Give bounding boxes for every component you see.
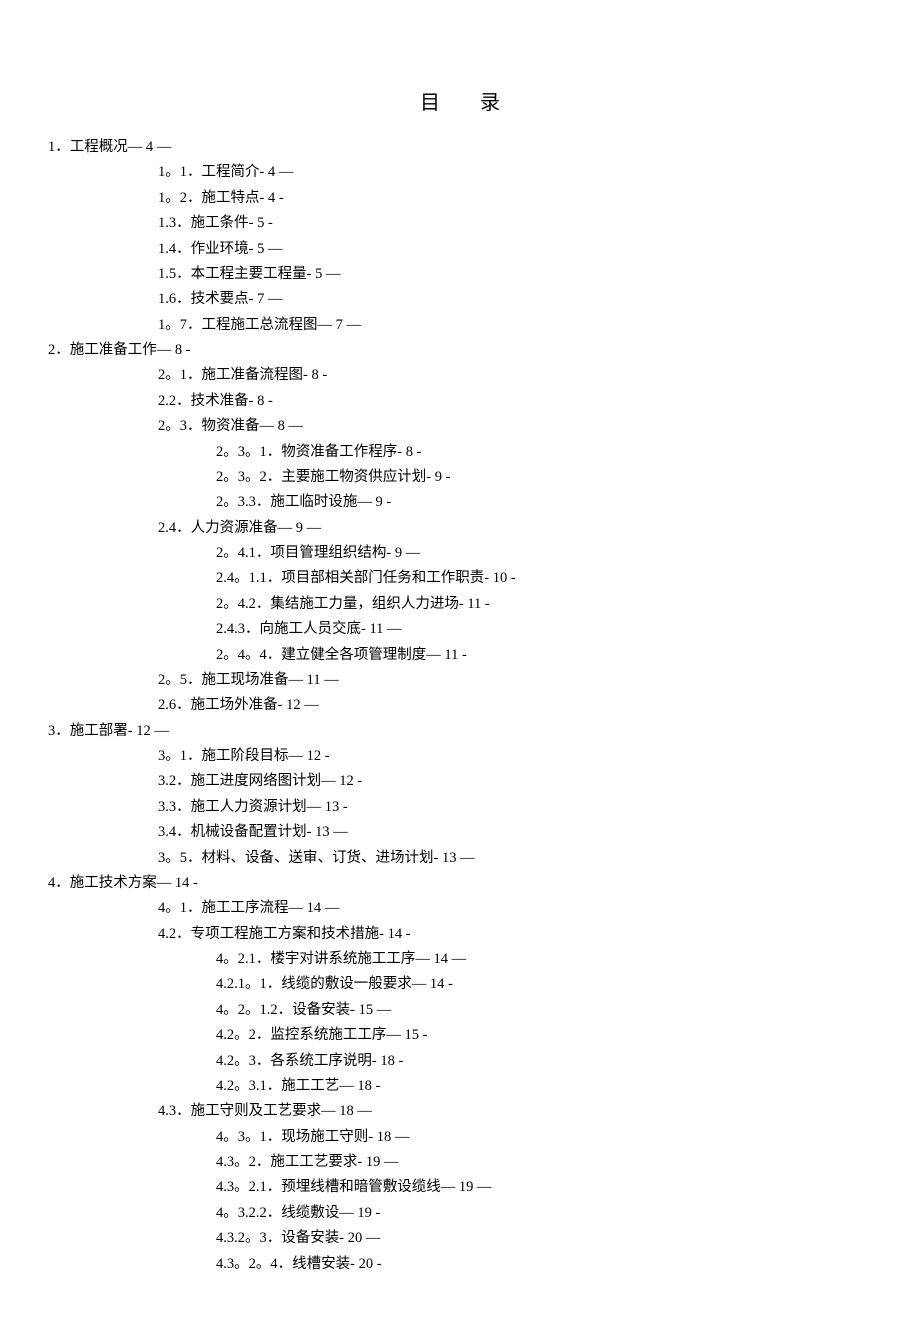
toc-entry: 2。3。1．物资准备工作程序- 8 - <box>48 440 872 465</box>
toc-entry: 1．工程概况— 4 — <box>48 135 872 160</box>
toc-entry: 4.3。2．施工工艺要求- 19 — <box>48 1150 872 1175</box>
toc-entry: 3.3．施工人力资源计划— 13 - <box>48 795 872 820</box>
table-of-contents: 1．工程概况— 4 —1。1．工程简介- 4 —1。2．施工特点- 4 -1.3… <box>48 135 872 1277</box>
toc-entry: 4.2。3．各系统工序说明- 18 - <box>48 1049 872 1074</box>
toc-entry: 2.2．技术准备- 8 - <box>48 389 872 414</box>
toc-entry: 4。2。1.2．设备安装- 15 — <box>48 998 872 1023</box>
toc-entry: 4.2．专项工程施工方案和技术措施- 14 - <box>48 922 872 947</box>
page-title: 目录 <box>48 86 872 115</box>
toc-entry: 3．施工部署- 12 — <box>48 719 872 744</box>
toc-entry: 2。4.2．集结施工力量，组织人力进场- 11 - <box>48 592 872 617</box>
toc-entry: 1。7．工程施工总流程图— 7 — <box>48 313 872 338</box>
toc-entry: 1.3．施工条件- 5 - <box>48 211 872 236</box>
toc-entry: 2.4．人力资源准备— 9 — <box>48 516 872 541</box>
toc-entry: 3.2．施工进度网络图计划— 12 - <box>48 769 872 794</box>
toc-entry: 2。5．施工现场准备— 11 — <box>48 668 872 693</box>
toc-entry: 2。4。4．建立健全各项管理制度— 11 - <box>48 643 872 668</box>
toc-entry: 4。3。1．现场施工守则- 18 — <box>48 1125 872 1150</box>
toc-entry: 2。3。2．主要施工物资供应计划- 9 - <box>48 465 872 490</box>
toc-entry: 4.3。2.1．预埋线槽和暗管敷设缆线— 19 — <box>48 1175 872 1200</box>
toc-entry: 3。5．材料、设备、送审、订货、进场计划- 13 — <box>48 846 872 871</box>
toc-entry: 4。2.1．楼宇对讲系统施工工序— 14 — <box>48 947 872 972</box>
toc-entry: 1。2．施工特点- 4 - <box>48 186 872 211</box>
toc-entry: 4。3.2.2．线缆敷设— 19 - <box>48 1201 872 1226</box>
toc-entry: 2.4。1.1．项目部相关部门任务和工作职责- 10 - <box>48 566 872 591</box>
toc-entry: 2。4.1．项目管理组织结构- 9 — <box>48 541 872 566</box>
toc-entry: 2。1．施工准备流程图- 8 - <box>48 363 872 388</box>
toc-entry: 4.3.2。3．设备安装- 20 — <box>48 1226 872 1251</box>
toc-entry: 4。1．施工工序流程— 14 — <box>48 896 872 921</box>
toc-entry: 4．施工技术方案— 14 - <box>48 871 872 896</box>
toc-entry: 3。1．施工阶段目标— 12 - <box>48 744 872 769</box>
toc-entry: 2.4.3．向施工人员交底- 11 — <box>48 617 872 642</box>
toc-entry: 1.5．本工程主要工程量- 5 — <box>48 262 872 287</box>
toc-entry: 1。1．工程简介- 4 — <box>48 160 872 185</box>
toc-entry: 4.2.1。1．线缆的敷设一般要求— 14 - <box>48 972 872 997</box>
toc-entry: 4.2。2．监控系统施工工序— 15 - <box>48 1023 872 1048</box>
toc-entry: 1.6．技术要点- 7 — <box>48 287 872 312</box>
toc-entry: 4.3．施工守则及工艺要求— 18 — <box>48 1099 872 1124</box>
toc-entry: 2.6．施工场外准备- 12 — <box>48 693 872 718</box>
toc-entry: 1.4．作业环境- 5 — <box>48 237 872 262</box>
toc-entry: 4.2。3.1．施工工艺— 18 - <box>48 1074 872 1099</box>
toc-entry: 2。3．物资准备— 8 — <box>48 414 872 439</box>
toc-entry: 2．施工准备工作— 8 - <box>48 338 872 363</box>
toc-entry: 2。3.3．施工临时设施— 9 - <box>48 490 872 515</box>
toc-entry: 3.4．机械设备配置计划- 13 — <box>48 820 872 845</box>
document-page: 目录 1．工程概况— 4 —1。1．工程简介- 4 —1。2．施工特点- 4 -… <box>0 0 920 1317</box>
toc-entry: 4.3。2。4．线槽安装- 20 - <box>48 1252 872 1277</box>
